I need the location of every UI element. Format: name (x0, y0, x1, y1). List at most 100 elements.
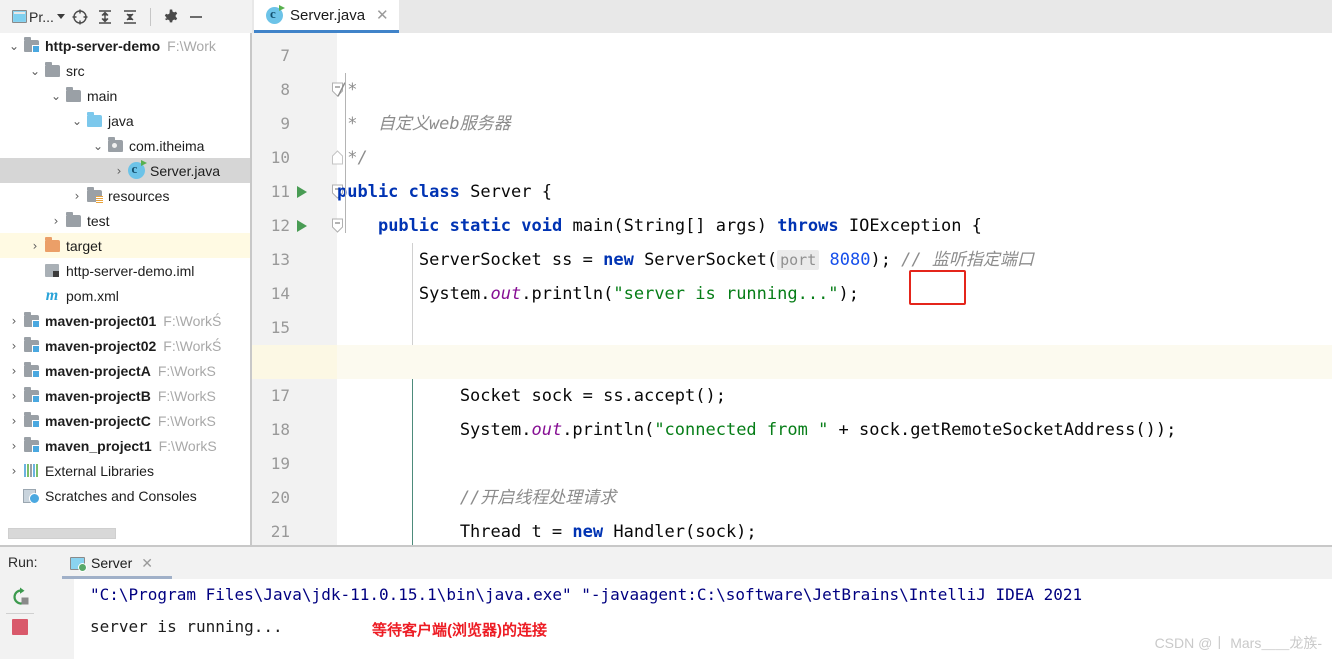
stop-icon[interactable] (12, 619, 28, 635)
line-code: //开启线程处理请求 (459, 488, 617, 508)
tree-item-label: maven-projectA (45, 362, 151, 379)
expand-chevron-icon[interactable]: › (6, 314, 22, 328)
java-class-icon (266, 4, 285, 24)
line-number: 17 (270, 386, 290, 405)
tree-item-path: F:\WorkS (157, 362, 216, 379)
code-line-21[interactable]: 21 Thread t = new Handler(sock); (252, 515, 1332, 545)
tree-item-maven-project02[interactable]: › maven-project02 F:\WorkŚ (0, 333, 252, 358)
tree-item-com-itheima[interactable]: ⌄ com.itheima (0, 133, 252, 158)
code-line-11[interactable]: 11 public class Server { (252, 175, 1332, 209)
project-tree-horizontal-scrollbar[interactable] (8, 528, 116, 539)
highlighted-line-background (337, 345, 1332, 379)
expand-chevron-icon[interactable]: › (6, 339, 22, 353)
tree-item-label: External Libraries (45, 462, 154, 479)
code-line-15[interactable]: 15 (252, 311, 1332, 345)
project-tree[interactable]: ⌄ http-server-demo F:\Work ⌄ src ⌄ main ⌄ java ⌄ c… (0, 33, 252, 545)
code-line-12[interactable]: 12 public static void main(String[] args… (252, 209, 1332, 243)
expand-all-icon[interactable] (95, 7, 115, 27)
code-line-14[interactable]: 14 System.out.println("server is running… (252, 277, 1332, 311)
tree-item-label: java (108, 112, 134, 129)
expand-chevron-icon[interactable]: › (27, 239, 43, 253)
highlighted-line-gutter (252, 345, 337, 379)
expand-chevron-icon[interactable]: ⌄ (48, 89, 64, 103)
tree-item-maven-projecta[interactable]: › maven-projectA F:\WorkS (0, 358, 252, 383)
line-number: 8 (280, 80, 290, 99)
tree-item-external-libraries[interactable]: › External Libraries (0, 458, 252, 483)
line-code: public class Server { (337, 182, 552, 202)
code-line-9[interactable]: 9 * 自定义web服务器 (252, 107, 1332, 141)
settings-gear-icon[interactable] (161, 7, 181, 27)
hide-panel-icon[interactable] (186, 7, 206, 27)
expand-chevron-icon[interactable]: › (6, 414, 22, 428)
code-editor[interactable]: 7 8/* 9 * 自定义web服务器 10 */11 public class Ser… (252, 33, 1332, 545)
line-code: Socket sock = ss.accept(); (337, 386, 726, 406)
project-view-selector[interactable]: Pr... (12, 9, 65, 25)
expand-chevron-icon[interactable]: ⌄ (27, 64, 43, 78)
toolbar-divider (149, 7, 151, 26)
line-code: System.out.println("connected from " + s… (337, 420, 1177, 440)
console-line-command: "C:\Program Files\Java\jdk-11.0.15.1\bin… (90, 585, 1083, 604)
tree-item-scratches-and-consoles[interactable]: Scratches and Consoles (0, 483, 252, 508)
tree-item-resources[interactable]: › resources (0, 183, 252, 208)
chevron-down-icon (56, 14, 65, 19)
tree-item-target[interactable]: › target (0, 233, 252, 258)
close-icon[interactable]: ✕ (376, 6, 389, 24)
module-folder-icon (23, 386, 40, 403)
tab-server-java[interactable]: Server.java ✕ (254, 0, 399, 33)
tree-item-server-java[interactable]: › Server.java (0, 158, 252, 183)
tree-item-http-server-demo-iml[interactable]: http-server-demo.iml (0, 258, 252, 283)
folder-icon (44, 61, 60, 77)
expand-chevron-icon[interactable]: › (69, 189, 85, 203)
tree-item-label: Server.java (150, 162, 221, 179)
code-line-8[interactable]: 8 /* (252, 73, 1332, 107)
expand-chevron-icon[interactable]: › (6, 389, 22, 403)
expand-chevron-icon[interactable]: ⌄ (6, 39, 22, 53)
code-line-17[interactable]: 17 Socket sock = ss.accept(); (252, 379, 1332, 413)
run-controls-column (0, 579, 40, 659)
run-gutter-icon[interactable] (297, 220, 307, 232)
rerun-icon[interactable] (10, 587, 32, 607)
maven-pom-icon: m (45, 286, 59, 304)
tree-item-label: maven-projectB (45, 387, 151, 404)
tree-item-maven-projectc[interactable]: › maven-projectC F:\WorkS (0, 408, 252, 433)
close-icon[interactable]: ✕ (141, 555, 153, 572)
line-code: Thread t = new Handler(sock); (337, 522, 757, 542)
code-line-19[interactable]: 19 (252, 447, 1332, 481)
tree-item-maven-project01[interactable]: › maven-project01 F:\WorkŚ (0, 308, 252, 333)
expand-chevron-icon[interactable]: › (6, 464, 22, 478)
code-line-18[interactable]: 18 System.out.println("connected from " … (252, 413, 1332, 447)
console-output[interactable]: "C:\Program Files\Java\jdk-11.0.15.1\bin… (76, 579, 1332, 659)
expand-chevron-icon[interactable]: › (6, 439, 22, 453)
code-line-7[interactable]: 7 (252, 39, 1332, 73)
indent-guide-line-2 (412, 373, 413, 545)
module-folder-icon (23, 311, 40, 328)
code-line-13[interactable]: 13 ServerSocket ss = new ServerSocket(po… (252, 243, 1332, 277)
expand-chevron-icon[interactable]: › (48, 214, 64, 228)
editor-tab-strip: Server.java ✕ (252, 0, 1332, 33)
run-gutter-icon[interactable] (297, 186, 307, 198)
tree-item-path: F:\WorkS (157, 412, 216, 429)
collapse-all-icon[interactable] (120, 7, 140, 27)
expand-chevron-icon[interactable]: › (6, 364, 22, 378)
run-configuration-icon (70, 556, 87, 572)
tree-item-main[interactable]: ⌄ main (0, 83, 252, 108)
tree-item-test[interactable]: › test (0, 208, 252, 233)
expand-chevron-icon[interactable]: ⌄ (90, 139, 106, 153)
tree-item-java[interactable]: ⌄ java (0, 108, 252, 133)
source-folder-icon (86, 111, 102, 127)
expand-chevron-icon[interactable]: › (111, 164, 127, 178)
locate-icon[interactable] (70, 7, 90, 27)
run-panel-header: Run: Server ✕ (0, 547, 1332, 579)
tree-item-pom-xml[interactable]: m pom.xml (0, 283, 252, 308)
tree-item-maven-project1[interactable]: › maven_project1 F:\WorkS (0, 433, 252, 458)
expand-chevron-icon[interactable]: ⌄ (69, 114, 85, 128)
tree-item-maven-projectb[interactable]: › maven-projectB F:\WorkS (0, 383, 252, 408)
tree-item-src[interactable]: ⌄ src (0, 58, 252, 83)
run-tab-server[interactable]: Server ✕ (62, 550, 161, 576)
tree-item-path: F:\WorkŚ (163, 312, 222, 329)
code-line-20[interactable]: 20 //开启线程处理请求 (252, 481, 1332, 515)
scratches-icon (23, 488, 40, 504)
console-line-output: server is running... (90, 617, 283, 636)
code-line-10[interactable]: 10 */ (252, 141, 1332, 175)
tree-item-http-server-demo[interactable]: ⌄ http-server-demo F:\Work (0, 33, 252, 58)
